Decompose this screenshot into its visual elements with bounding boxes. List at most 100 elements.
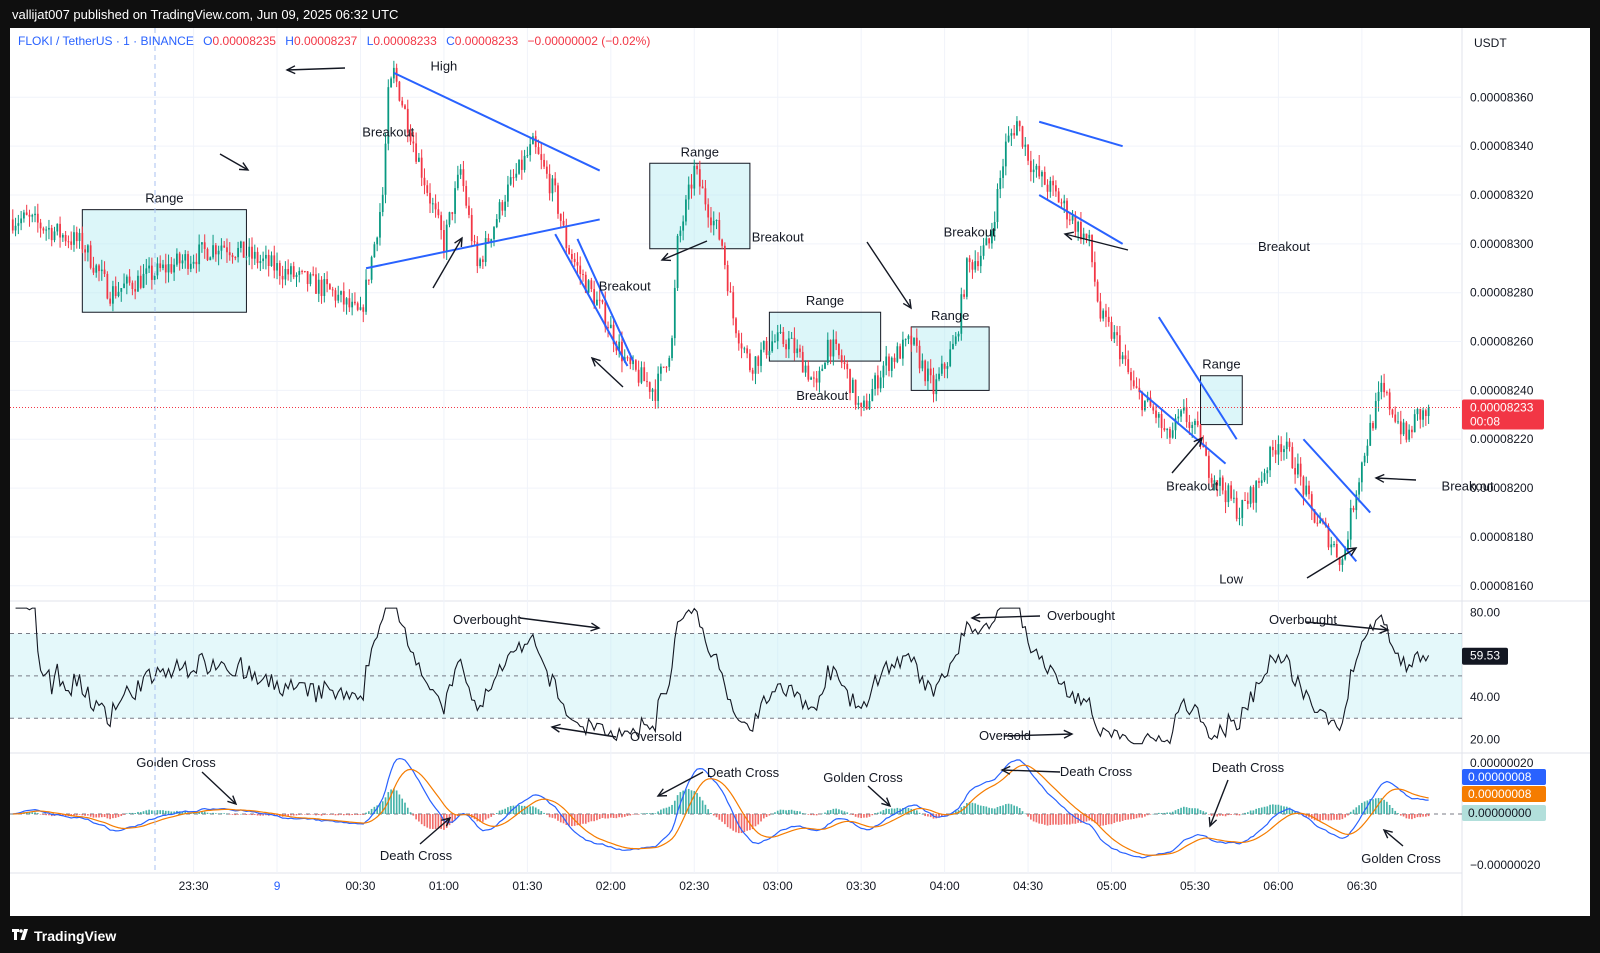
macd-histogram-bar bbox=[1210, 814, 1213, 816]
candle-body bbox=[671, 338, 673, 359]
macd-histogram-bar bbox=[306, 814, 309, 815]
macd-histogram-bar bbox=[1049, 814, 1052, 826]
candle-body bbox=[704, 188, 707, 205]
macd-histogram-bar bbox=[217, 813, 220, 814]
macd-histogram-bar bbox=[1399, 814, 1402, 816]
candle-body bbox=[865, 400, 868, 410]
macd-histogram-bar bbox=[248, 814, 251, 815]
candle-body bbox=[965, 258, 968, 297]
macd-histogram-bar bbox=[626, 814, 629, 816]
macd-histogram-bar bbox=[1116, 814, 1118, 822]
candle-body bbox=[20, 218, 23, 224]
macd-histogram-bar bbox=[203, 811, 206, 814]
macd-histogram-bar bbox=[1002, 805, 1004, 814]
candle-body bbox=[1046, 184, 1049, 192]
candle-body bbox=[771, 341, 774, 352]
macd-histogram-bar bbox=[1208, 814, 1210, 815]
macd-histogram-bar bbox=[1194, 808, 1196, 814]
macd-histogram-bar bbox=[673, 800, 676, 814]
candle-body bbox=[25, 212, 28, 215]
macd-histogram-bar bbox=[1113, 814, 1116, 823]
candle-body bbox=[295, 274, 298, 278]
macd-histogram-bar bbox=[1285, 806, 1288, 814]
macd-histogram-bar bbox=[996, 807, 999, 814]
chart-svg[interactable]: Range High Breakout Breakout Range Breakout Br… bbox=[10, 28, 1590, 916]
macd-histogram-bar bbox=[1032, 814, 1035, 822]
macd-histogram-bar bbox=[732, 814, 735, 831]
candle-body bbox=[590, 280, 593, 290]
macd-histogram-bar bbox=[1252, 810, 1255, 814]
footer-brand[interactable]: TradingView bbox=[34, 928, 116, 944]
macd-histogram-bar bbox=[582, 814, 584, 824]
candle-body bbox=[1043, 171, 1046, 185]
candle-body bbox=[693, 165, 696, 189]
candle-body bbox=[359, 307, 362, 310]
macd-histogram-bar bbox=[1160, 813, 1163, 814]
candle-body bbox=[56, 223, 59, 232]
candle-body bbox=[376, 237, 379, 245]
range-label: Range bbox=[806, 293, 844, 308]
candle-body bbox=[812, 377, 815, 379]
candle-body bbox=[434, 203, 437, 210]
candle-body bbox=[698, 169, 701, 187]
macd-histogram-bar bbox=[623, 814, 626, 817]
candle-body bbox=[95, 265, 98, 273]
candle-body bbox=[712, 220, 715, 226]
macd-histogram-bar bbox=[860, 814, 863, 819]
currency-button[interactable]: USDT bbox=[1474, 36, 1507, 50]
candle-body bbox=[117, 291, 120, 297]
macd-histogram-bar bbox=[120, 814, 123, 817]
macd-histogram-bar bbox=[665, 807, 668, 814]
legend-open: 0.00008235 bbox=[213, 34, 277, 48]
candle-body bbox=[1068, 219, 1071, 221]
candle-body bbox=[779, 331, 782, 333]
macd-histogram-bar bbox=[251, 814, 253, 816]
candle-body bbox=[504, 201, 507, 211]
macd-histogram-bar bbox=[1238, 814, 1241, 816]
candle-body bbox=[507, 184, 509, 202]
macd-histogram-bar bbox=[228, 814, 231, 815]
candle-body bbox=[1416, 408, 1419, 415]
candle-body bbox=[876, 375, 879, 389]
macd-histogram-bar bbox=[504, 808, 506, 814]
candle-body bbox=[418, 157, 420, 162]
candle-body bbox=[34, 213, 36, 216]
macd-histogram-bar bbox=[39, 814, 42, 815]
x-tick-label: 06:30 bbox=[1347, 879, 1377, 893]
candle-body bbox=[1196, 421, 1199, 426]
macd-histogram-bar bbox=[242, 814, 245, 815]
candle-body bbox=[468, 205, 470, 215]
overbought-label: Overbought bbox=[453, 612, 521, 627]
candle-body bbox=[810, 377, 812, 380]
macd-histogram-bar bbox=[92, 814, 95, 818]
candle-body bbox=[520, 159, 523, 170]
candle-body bbox=[737, 333, 740, 344]
candle-body bbox=[548, 173, 551, 194]
macd-histogram-bar bbox=[1402, 814, 1405, 817]
macd-histogram-bar bbox=[406, 807, 409, 814]
candle-body bbox=[793, 337, 796, 354]
macd-histogram-bar bbox=[31, 812, 34, 814]
candle-body bbox=[237, 247, 239, 258]
macd-histogram-bar bbox=[137, 811, 139, 814]
macd-histogram-bar bbox=[418, 814, 420, 822]
candle-body bbox=[871, 388, 874, 402]
candle-body bbox=[48, 227, 50, 230]
macd-histogram-bar bbox=[612, 814, 615, 819]
candle-body bbox=[1252, 487, 1255, 503]
candle-body bbox=[404, 105, 406, 109]
macd-histogram-bar bbox=[220, 813, 223, 814]
macd-histogram-bar bbox=[1060, 814, 1063, 825]
candle-body bbox=[1394, 414, 1397, 422]
candle-body bbox=[1352, 507, 1355, 511]
macd-histogram-bar bbox=[671, 804, 673, 814]
candle-body bbox=[1399, 421, 1402, 435]
candle-body bbox=[128, 276, 131, 283]
macd-histogram-bar bbox=[704, 804, 707, 814]
price-tick-label: 0.00008240 bbox=[1470, 383, 1534, 397]
candle-body bbox=[1207, 455, 1210, 478]
macd-histogram-bar bbox=[598, 814, 601, 820]
candle-body bbox=[276, 263, 278, 271]
candle-body bbox=[1408, 429, 1411, 440]
candle-body bbox=[787, 338, 790, 350]
